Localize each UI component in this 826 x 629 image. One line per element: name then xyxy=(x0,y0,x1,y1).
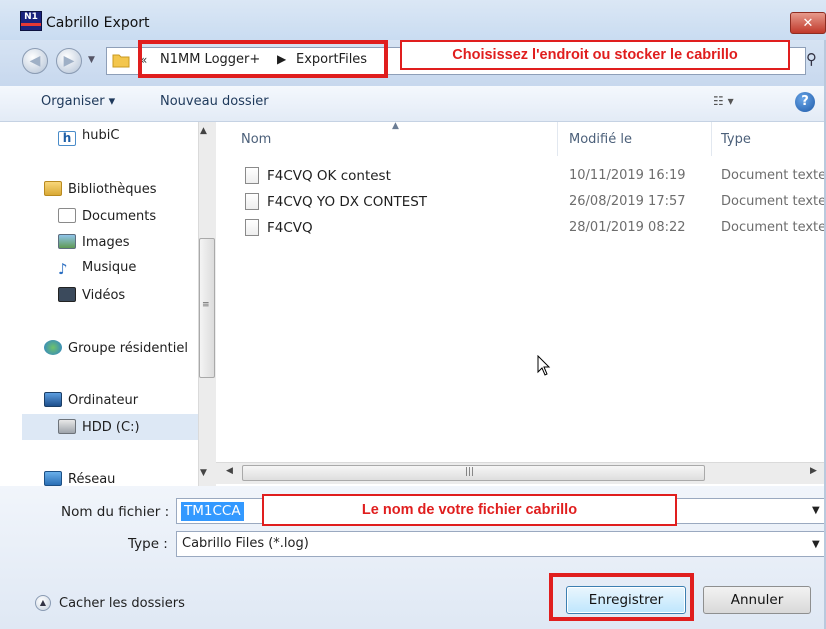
hard-drive-icon xyxy=(58,419,76,434)
homegroup-icon xyxy=(44,340,62,355)
nav-item-music[interactable]: ♪ Musique xyxy=(58,260,136,277)
libraries-icon xyxy=(44,181,62,196)
help-icon[interactable]: ? xyxy=(795,92,815,112)
nav-item-hdd-c[interactable]: HDD (C:) xyxy=(58,419,140,435)
cancel-button[interactable]: Annuler xyxy=(703,586,811,614)
scroll-left-icon[interactable]: ◀ xyxy=(226,466,233,476)
location-callout: Choisissez l'endroit ou stocker le cabri… xyxy=(400,40,790,70)
file-row-name[interactable]: F4CVQ YO DX CONTEST xyxy=(267,194,427,210)
view-options-icon[interactable]: ☷ ▾ xyxy=(713,94,734,108)
file-type-label: Type : xyxy=(128,536,168,552)
file-row-date: 10/11/2019 16:19 xyxy=(569,168,686,183)
forward-button[interactable]: ▶ xyxy=(56,48,82,74)
column-header-name[interactable]: Nom xyxy=(241,132,271,147)
column-header-type[interactable]: Type xyxy=(721,132,751,147)
arrow-left-icon: ◀ xyxy=(29,53,41,69)
file-row-date: 26/08/2019 17:57 xyxy=(569,194,686,209)
images-icon xyxy=(58,234,76,249)
sort-ascending-icon: ▲ xyxy=(392,121,399,131)
filename-label: Nom du fichier : xyxy=(61,504,170,520)
video-film-icon xyxy=(58,287,76,302)
network-icon xyxy=(44,471,62,486)
scroll-grip-icon: ≡ xyxy=(202,300,210,310)
recent-locations-dropdown-icon[interactable]: ▼ xyxy=(88,55,95,65)
file-row-name[interactable]: F4CVQ xyxy=(267,220,313,236)
computer-icon xyxy=(44,392,62,407)
scroll-grip-icon: ||| xyxy=(465,467,475,477)
nav-item-network[interactable]: Réseau xyxy=(44,471,115,487)
file-row-type: Document texte xyxy=(721,220,826,235)
file-row-date: 28/01/2019 08:22 xyxy=(569,220,686,235)
nav-item-videos[interactable]: Vidéos xyxy=(58,287,125,303)
documents-icon xyxy=(58,208,76,223)
mouse-cursor-icon xyxy=(537,355,551,376)
music-note-icon: ♪ xyxy=(58,260,68,278)
column-header-modified[interactable]: Modifié le xyxy=(569,132,632,147)
scroll-down-icon[interactable]: ▼ xyxy=(200,468,207,478)
new-folder-button[interactable]: Nouveau dossier xyxy=(160,94,269,109)
search-icon[interactable]: ⚲ xyxy=(806,50,826,72)
text-file-icon xyxy=(245,219,259,236)
column-divider[interactable] xyxy=(557,122,558,156)
nav-item-hubic[interactable]: h hubiC xyxy=(58,128,119,146)
scroll-right-icon[interactable]: ▶ xyxy=(810,466,817,476)
nav-item-computer[interactable]: Ordinateur xyxy=(44,392,138,408)
file-type-dropdown-icon[interactable]: ▼ xyxy=(812,539,820,550)
text-file-icon xyxy=(245,193,259,210)
arrow-right-icon: ▶ xyxy=(63,53,75,69)
folder-icon xyxy=(112,54,130,68)
nav-item-libraries[interactable]: Bibliothèques xyxy=(44,181,157,197)
nav-item-homegroup[interactable]: Groupe résidentiel xyxy=(44,340,188,356)
app-icon: N1 xyxy=(20,11,42,31)
address-highlight-box xyxy=(138,40,388,78)
nav-item-documents[interactable]: Documents xyxy=(58,208,156,224)
file-row-name[interactable]: F4CVQ OK contest xyxy=(267,168,391,184)
file-type-select[interactable]: Cabrillo Files (*.log) xyxy=(176,531,826,557)
chevron-up-icon[interactable]: ▲ xyxy=(35,595,51,611)
nav-item-images[interactable]: Images xyxy=(58,234,130,250)
column-divider[interactable] xyxy=(711,122,712,156)
command-bar xyxy=(0,86,826,122)
close-button[interactable]: ✕ xyxy=(790,12,826,34)
filename-value[interactable]: TM1CCA xyxy=(181,502,244,521)
filename-callout: Le nom de votre fichier cabrillo xyxy=(262,494,677,526)
file-row-type: Document texte xyxy=(721,194,826,209)
window-title: Cabrillo Export xyxy=(46,15,150,31)
text-file-icon xyxy=(245,167,259,184)
hubic-icon: h xyxy=(58,131,76,146)
back-button[interactable]: ◀ xyxy=(22,48,48,74)
filename-dropdown-icon[interactable]: ▼ xyxy=(812,505,820,516)
save-button[interactable]: Enregistrer xyxy=(566,586,686,614)
scroll-up-icon[interactable]: ▲ xyxy=(200,126,207,136)
organize-button[interactable]: Organiser ▾ xyxy=(41,94,115,109)
hide-folders-button[interactable]: Cacher les dossiers xyxy=(59,596,185,611)
file-row-type: Document texte xyxy=(721,168,826,183)
